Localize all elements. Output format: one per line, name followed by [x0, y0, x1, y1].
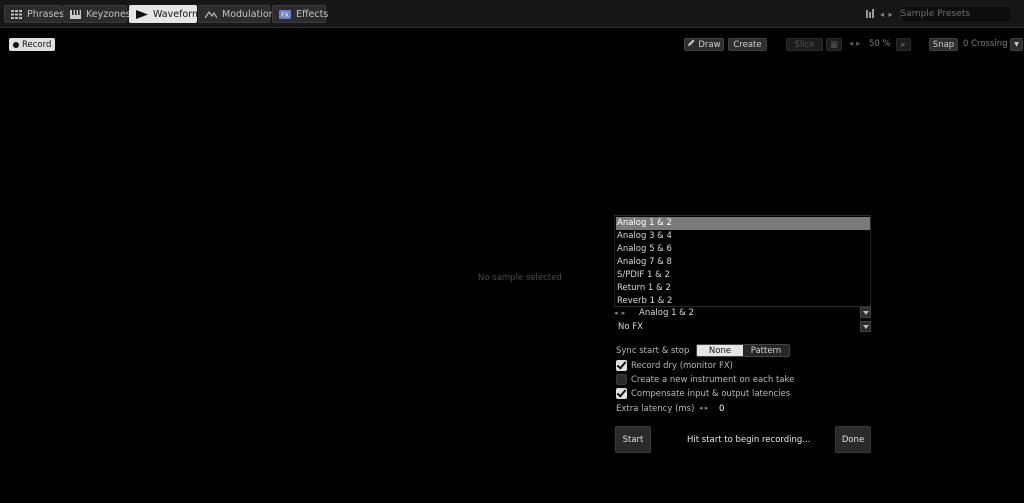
create-label: Create — [733, 39, 762, 50]
record-dry-checkbox[interactable] — [616, 360, 627, 371]
svg-text:FX: FX — [281, 12, 289, 19]
record-panel: Analog 1 & 2 Analog 3 & 4 Analog 5 & 6 A… — [610, 212, 876, 460]
preset-prev-next-arrows[interactable]: ◂ ▸ — [880, 10, 894, 19]
tab-label: Keyzones — [86, 8, 131, 20]
start-button[interactable]: Start — [615, 426, 651, 453]
tab-label: Effects — [296, 8, 329, 20]
chevron-down-icon: ▼ — [1014, 41, 1019, 48]
fx-selector[interactable]: No FX — [614, 320, 871, 333]
tab-label: Modulation — [222, 8, 275, 20]
sample-presets: ◂ ▸ Sample Presets — [866, 6, 1010, 22]
compensate-latency-checkbox[interactable] — [616, 388, 627, 399]
compensate-latency-label: Compensate input & output latencies — [631, 389, 791, 399]
record-label: Record — [22, 39, 52, 50]
zoom-fit-button[interactable]: ▸ — [896, 38, 911, 51]
new-instrument-checkbox[interactable] — [616, 374, 627, 385]
fx-icon: FX — [279, 9, 291, 19]
snap-label: Snap — [932, 39, 955, 50]
done-button[interactable]: Done — [835, 426, 871, 453]
snap-button[interactable]: Snap — [929, 38, 958, 51]
zoom-fit-icon: ▸ — [901, 39, 906, 50]
record-dry-label: Record dry (monitor FX) — [631, 361, 733, 371]
no-sample-message: No sample selected — [478, 273, 562, 283]
zoom-value: 50 % — [869, 39, 891, 49]
input-option[interactable]: S/PDIF 1 & 2 — [616, 269, 870, 282]
chevron-down-icon[interactable] — [860, 321, 871, 332]
snap-mode-value[interactable]: 0 Crossing — [963, 39, 1008, 49]
preset-browser-icon[interactable] — [866, 9, 876, 19]
chevron-down-icon[interactable] — [860, 307, 871, 318]
modulation-icon — [205, 9, 217, 19]
tab-effects[interactable]: FX Effects — [272, 5, 329, 23]
input-prev-next-arrows[interactable]: ◂ ▸ — [614, 309, 631, 317]
tab-phrases[interactable]: Phrases — [4, 5, 65, 23]
slice-button[interactable]: Slice — [786, 38, 823, 51]
sample-presets-selector[interactable]: Sample Presets — [899, 7, 1010, 21]
tab-label: Phrases — [27, 8, 65, 20]
draw-label: Draw — [698, 39, 721, 50]
tab-waveform[interactable]: Waveform — [129, 5, 201, 23]
top-tab-bar: Phrases Keyzones Waveform Modulation FX … — [0, 0, 1024, 28]
new-instrument-label: Create a new instrument on each take — [631, 375, 795, 385]
input-option[interactable]: Return 1 & 2 — [616, 282, 870, 295]
record-button[interactable]: Record — [9, 38, 55, 51]
keyboard-icon — [70, 9, 81, 19]
input-option[interactable]: Analog 3 & 4 — [616, 230, 870, 243]
extra-latency-value[interactable]: 0 — [719, 404, 724, 414]
input-option[interactable]: Analog 1 & 2 — [616, 217, 870, 230]
slice-label: Slice — [794, 39, 815, 50]
fx-value: No FX — [618, 321, 643, 332]
input-option[interactable]: Analog 7 & 8 — [616, 256, 870, 269]
input-option[interactable]: Analog 5 & 6 — [616, 243, 870, 256]
latency-arrows-icon[interactable]: ◂ ▸ — [699, 404, 708, 412]
sync-none-option[interactable]: None — [697, 345, 743, 356]
pencil-icon — [687, 39, 695, 50]
tab-modulation[interactable]: Modulation — [198, 5, 275, 23]
input-dropdown-list[interactable]: Analog 1 & 2 Analog 3 & 4 Analog 5 & 6 A… — [614, 215, 871, 307]
extra-latency-label: Extra latency (ms) — [616, 404, 695, 414]
sync-mode-toggle[interactable]: None Pattern — [696, 344, 790, 357]
draw-button[interactable]: Draw — [684, 38, 724, 51]
sync-pattern-option[interactable]: Pattern — [743, 345, 789, 356]
slice-options-button[interactable]: ▦ — [826, 38, 842, 51]
tab-keyzones[interactable]: Keyzones — [63, 5, 131, 23]
zoom-arrows-icon[interactable]: ◂ ▸ — [849, 39, 860, 49]
selected-input-value: Analog 1 & 2 — [639, 307, 694, 318]
recording-status: Hit start to begin recording... — [687, 435, 811, 445]
input-selector[interactable]: ◂ ▸ Analog 1 & 2 — [614, 306, 871, 319]
record-dot-icon — [13, 41, 19, 48]
tab-label: Waveform — [153, 8, 202, 20]
sync-label: Sync start & stop — [616, 346, 690, 356]
create-button[interactable]: Create — [728, 38, 767, 51]
grid-icon: ▦ — [829, 39, 839, 50]
waveform-icon — [136, 9, 148, 19]
snap-mode-dropdown[interactable]: ▼ — [1010, 38, 1023, 51]
grid-icon — [11, 9, 22, 19]
